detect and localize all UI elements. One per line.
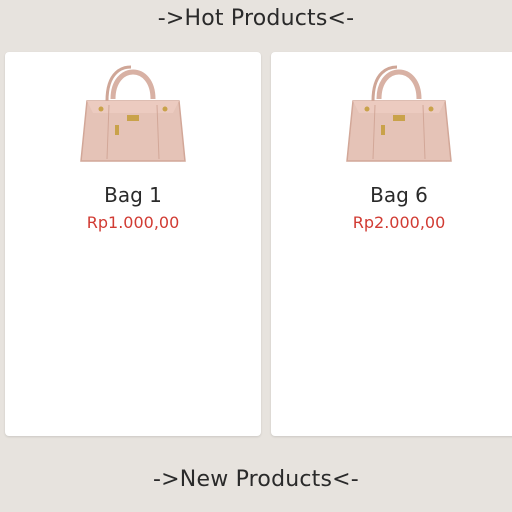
hot-products-heading: ->Hot Products<- [157,6,355,31]
handbag-image [346,65,452,162]
app-screen: ->Hot Products<- Bag 1 Rp1.000,00 Bag 6 … [0,0,512,512]
product-name: Bag 6 [370,183,428,207]
handbag-image [80,65,186,162]
product-card[interactable]: Bag 1 Rp1.000,00 [5,52,261,436]
product-price: Rp2.000,00 [352,213,446,232]
product-price: Rp1.000,00 [86,213,180,232]
product-name: Bag 1 [104,183,162,207]
product-card[interactable]: Bag 6 Rp2.000,00 [271,52,512,436]
new-products-heading: ->New Products<- [153,467,359,492]
